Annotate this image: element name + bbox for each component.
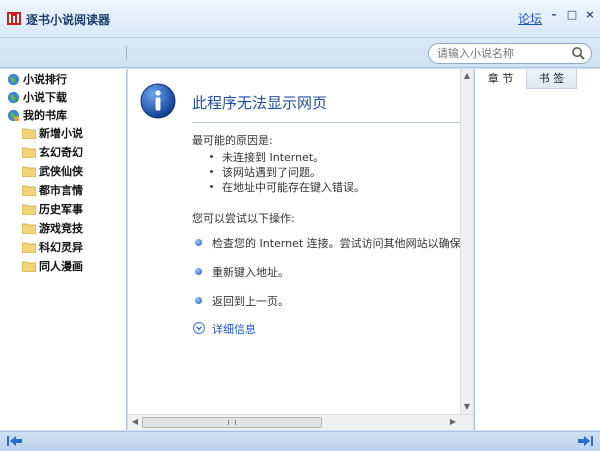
globe-library-icon (7, 109, 20, 121)
sidebar-item-library[interactable]: 我的书库 (7, 106, 67, 124)
forum-link[interactable]: 论坛 (518, 10, 542, 27)
cause-item: 未连接到 Internet。 (222, 151, 325, 164)
sidebar-folder-wuxia[interactable]: 武侠仙侠 (22, 162, 83, 180)
title-bar: 逐书小说阅读器 论坛 – □ × (0, 0, 600, 38)
tab-bookmarks[interactable]: 书 签 (527, 69, 577, 89)
cause-dot (210, 155, 213, 158)
minimize-button[interactable]: – (547, 8, 561, 22)
causes-heading: 最可能的原因是: (192, 134, 273, 147)
sidebar-item-download[interactable]: 小说下载 (7, 88, 67, 106)
sidebar-folder-new[interactable]: 新增小说 (22, 124, 83, 142)
folder-icon (22, 204, 36, 215)
info-icon (140, 83, 176, 119)
globe-icon (7, 73, 20, 85)
forward-arrow-icon[interactable] (576, 434, 594, 448)
sidebar-folder-label: 科幻灵异 (39, 241, 83, 254)
action-bullet-icon (195, 239, 202, 246)
sidebar-folder-label: 都市言情 (39, 184, 83, 197)
sidebar: 小说排行 小说下载 我的书库 新增小说 玄幻奇幻 武侠仙侠 都市言情 历史军事 … (0, 69, 127, 430)
folder-icon (22, 166, 36, 177)
details-link[interactable]: 详细信息 (212, 321, 256, 337)
close-button[interactable]: × (583, 8, 597, 22)
toolbar-divider (126, 46, 127, 60)
sidebar-folder-label: 新增小说 (39, 127, 83, 140)
maximize-button[interactable]: □ (565, 8, 579, 22)
sidebar-folder-fanfic[interactable]: 同人漫画 (22, 257, 83, 275)
folder-icon (22, 185, 36, 196)
sidebar-folder-label: 历史军事 (39, 203, 83, 216)
scroll-right-icon[interactable]: ▶ (448, 415, 458, 429)
sidebar-item-label: 小说排行 (23, 73, 67, 86)
sidebar-item-label: 我的书库 (23, 109, 67, 122)
folder-icon (22, 128, 36, 139)
expand-down-icon[interactable] (193, 322, 205, 334)
cause-dot (210, 170, 213, 173)
actions-heading: 您可以尝试以下操作: (192, 212, 295, 225)
globe-download-icon (7, 91, 20, 103)
cause-item: 该网站遇到了问题。 (222, 166, 321, 179)
page-title: 此程序无法显示网页 (192, 94, 328, 112)
folder-icon (22, 223, 36, 234)
sidebar-folder-scifi[interactable]: 科幻灵异 (22, 238, 83, 256)
tab-chapters[interactable]: 章 节 (475, 69, 527, 89)
cause-dot (210, 185, 213, 188)
action-item: 重新键入地址。 (212, 266, 289, 279)
sidebar-folder-label: 玄幻奇幻 (39, 146, 83, 159)
sidebar-folder-urban[interactable]: 都市言情 (22, 181, 83, 199)
sidebar-item-ranking[interactable]: 小说排行 (7, 70, 67, 88)
action-item: 检查您的 Internet 连接。尝试访问其他网站以确保已连 (212, 237, 473, 250)
action-item: 返回到上一页。 (212, 295, 289, 308)
folder-icon (22, 261, 36, 272)
browser-content: 此程序无法显示网页 最可能的原因是: 未连接到 Internet。 该网站遇到了… (128, 69, 473, 414)
search-box[interactable] (428, 43, 592, 64)
title-divider (192, 122, 462, 123)
grip-icon (228, 420, 236, 425)
app-title: 逐书小说阅读器 (26, 13, 111, 27)
toolbar (0, 38, 600, 68)
cause-item: 在地址中可能存在键入错误。 (222, 181, 365, 194)
sidebar-folder-fantasy[interactable]: 玄幻奇幻 (22, 143, 83, 161)
sidebar-folder-history[interactable]: 历史军事 (22, 200, 83, 218)
scroll-thumb[interactable] (142, 417, 322, 428)
sidebar-folder-label: 游戏竞技 (39, 222, 83, 235)
vertical-scrollbar[interactable]: ▲ ▼ (460, 69, 473, 414)
folder-icon (22, 242, 36, 253)
status-bar (0, 431, 600, 451)
book-logo-icon (7, 12, 21, 25)
back-arrow-icon[interactable] (6, 434, 24, 448)
scroll-down-icon[interactable]: ▼ (461, 400, 473, 414)
sidebar-folder-label: 同人漫画 (39, 260, 83, 273)
sidebar-folder-label: 武侠仙侠 (39, 165, 83, 178)
sidebar-folder-games[interactable]: 游戏竞技 (22, 219, 83, 237)
folder-icon (22, 147, 36, 158)
action-bullet-icon (195, 268, 202, 275)
search-input[interactable] (437, 46, 567, 61)
sidebar-item-label: 小说下载 (23, 91, 67, 104)
scroll-up-icon[interactable]: ▲ (461, 69, 473, 83)
scroll-left-icon[interactable]: ◀ (130, 415, 140, 429)
action-bullet-icon (195, 297, 202, 304)
right-panel: 章 节 书 签 (474, 69, 600, 430)
horizontal-scrollbar[interactable]: ◀ ▶ (128, 414, 473, 430)
magnifier-icon[interactable] (571, 46, 586, 61)
